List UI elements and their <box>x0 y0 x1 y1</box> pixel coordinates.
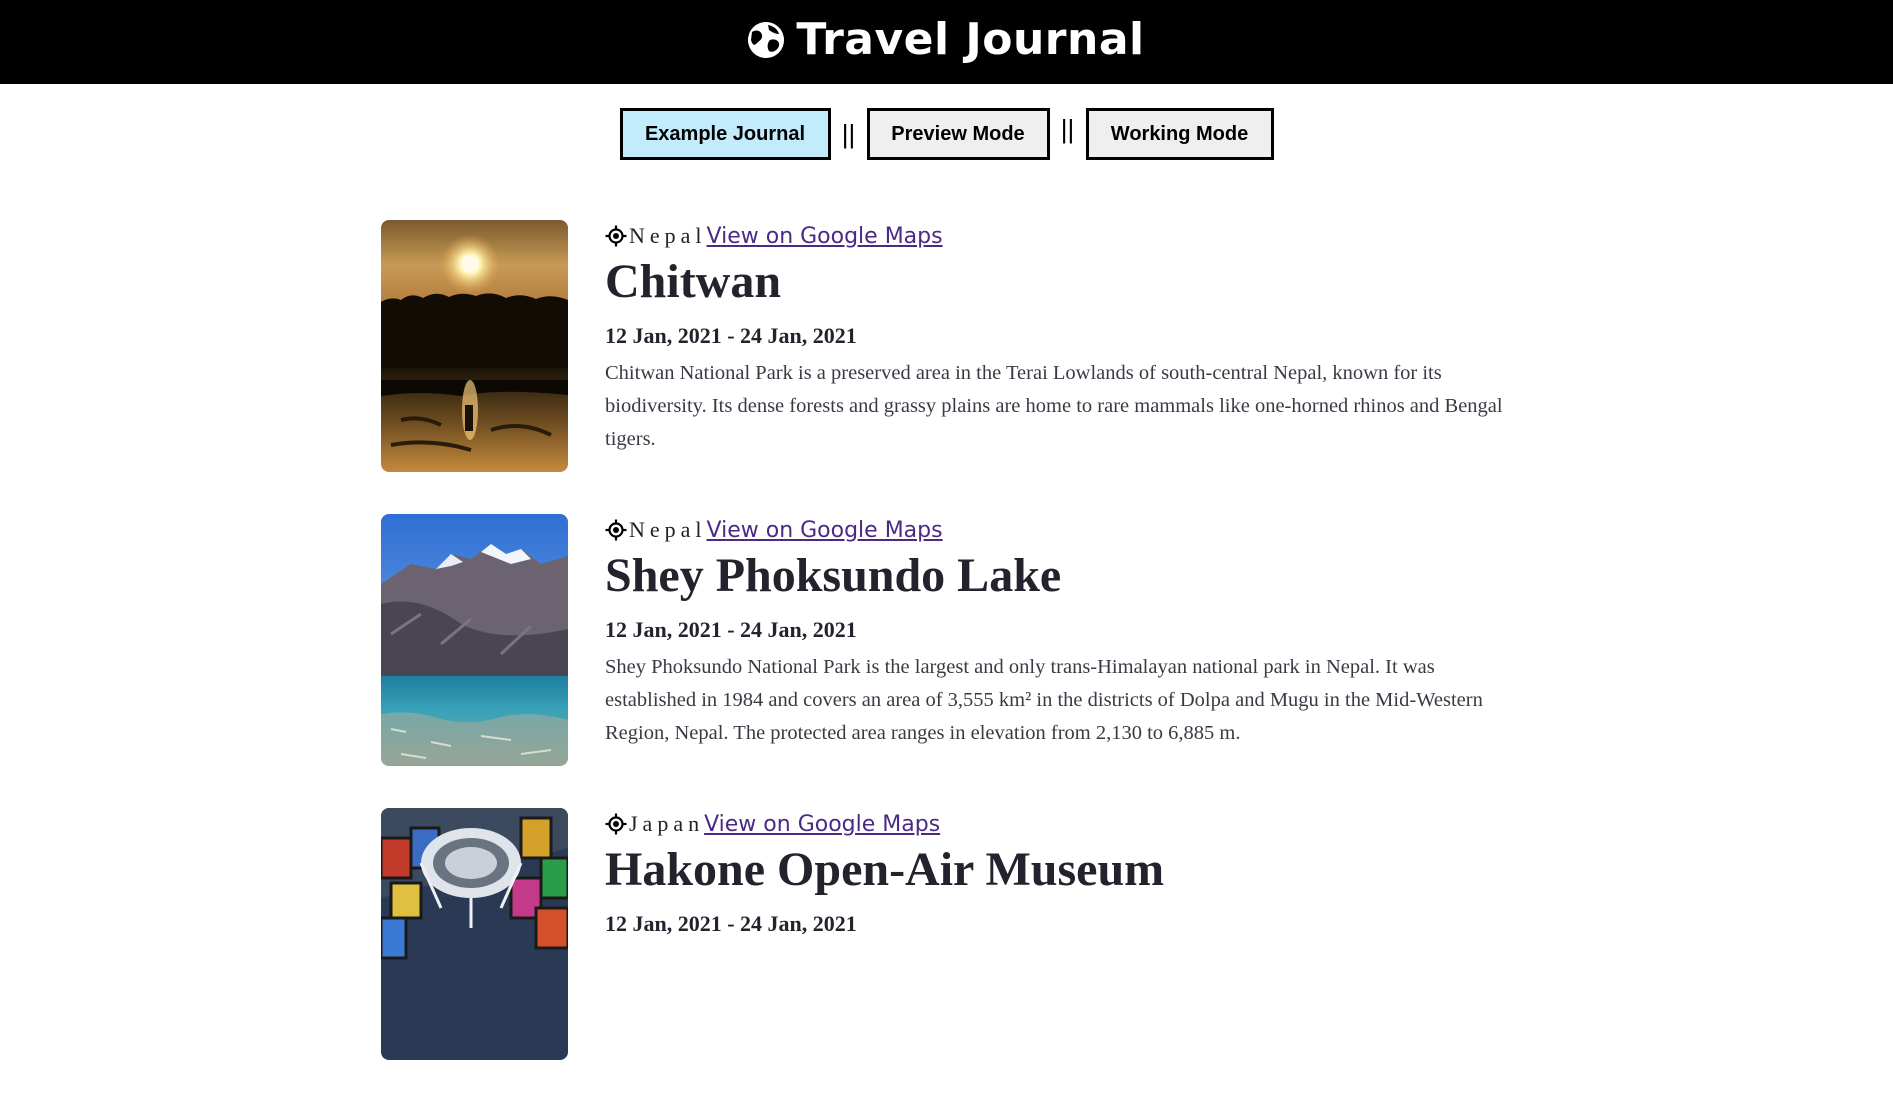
entry-title: Shey Phoksundo Lake <box>605 549 1062 602</box>
location-row: Nepal View on Google Maps <box>605 514 1511 546</box>
journal-entry: Japan View on Google Maps Hakone Open-Ai… <box>381 808 1511 1102</box>
mode-separator: || <box>1060 114 1075 144</box>
app-header: Travel Journal <box>0 0 1893 84</box>
entry-title: Hakone Open-Air Museum <box>605 843 1165 896</box>
mode-switcher: Example Journal || Preview Mode || Worki… <box>0 108 1893 160</box>
entry-country: Nepal <box>629 223 707 248</box>
entry-title: Chitwan <box>605 255 782 308</box>
entry-photo-chitwan <box>381 220 568 472</box>
google-maps-link[interactable]: View on Google Maps <box>707 518 943 543</box>
journal-entry: Nepal View on Google Maps Chitwan 12 Jan… <box>381 220 1511 514</box>
entry-photo-shey-phoksundo <box>381 514 568 766</box>
globe-icon <box>748 22 785 58</box>
entry-dates: 12 Jan, 2021 - 24 Jan, 2021 <box>605 616 857 642</box>
entry-info: Nepal View on Google Maps Chitwan 12 Jan… <box>605 220 1511 456</box>
journal-entry: Nepal View on Google Maps Shey Phoksundo… <box>381 514 1511 808</box>
entry-country: Japan <box>629 811 705 836</box>
google-maps-link[interactable]: View on Google Maps <box>704 812 940 837</box>
preview-mode-button[interactable]: Preview Mode <box>866 108 1050 160</box>
entry-dates: 12 Jan, 2021 - 24 Jan, 2021 <box>605 322 857 348</box>
location-pin-icon <box>605 225 627 247</box>
google-maps-link[interactable]: View on Google Maps <box>707 224 943 249</box>
example-journal-button[interactable]: Example Journal <box>619 108 831 160</box>
entry-info: Japan View on Google Maps Hakone Open-Ai… <box>605 808 1511 945</box>
location-pin-icon <box>605 519 627 541</box>
entry-dates: 12 Jan, 2021 - 24 Jan, 2021 <box>605 910 857 936</box>
entry-info: Nepal View on Google Maps Shey Phoksundo… <box>605 514 1511 750</box>
location-row: Nepal View on Google Maps <box>605 220 1511 252</box>
entry-description: Chitwan National Park is a preserved are… <box>605 361 1503 450</box>
location-row: Japan View on Google Maps <box>605 808 1511 840</box>
app-title: Travel Journal <box>796 14 1145 65</box>
working-mode-button[interactable]: Working Mode <box>1085 108 1274 160</box>
entry-description: Shey Phoksundo National Park is the larg… <box>605 655 1483 744</box>
mode-separator: || <box>841 119 856 149</box>
location-pin-icon <box>605 813 627 835</box>
entry-country: Nepal <box>629 517 707 542</box>
entry-photo-hakone <box>381 808 568 1060</box>
journal-entries: Nepal View on Google Maps Chitwan 12 Jan… <box>381 220 1511 1102</box>
